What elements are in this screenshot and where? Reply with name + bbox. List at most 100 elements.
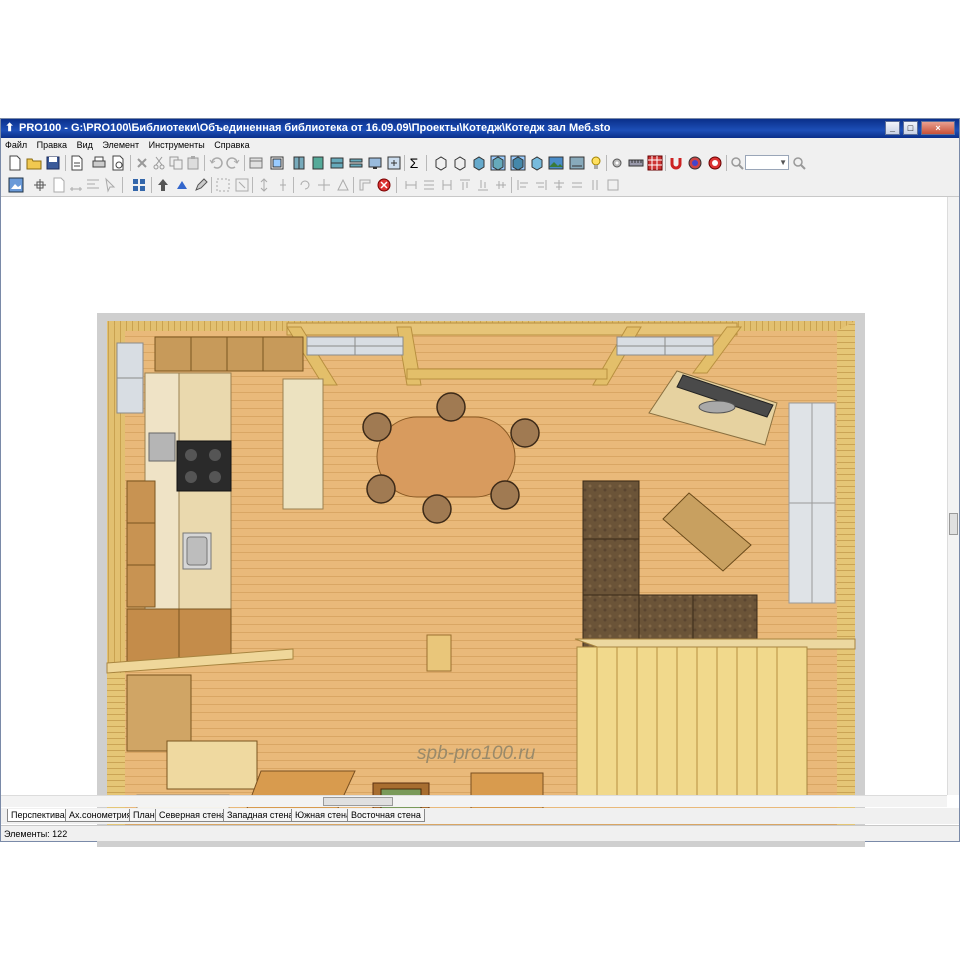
open-folder-icon[interactable]	[26, 155, 42, 171]
undo-icon[interactable]	[208, 155, 224, 171]
new-file-icon[interactable]	[7, 155, 23, 171]
floor-plan-view[interactable]: spb-pro100.ru	[97, 313, 865, 847]
view-picture-icon[interactable]	[8, 177, 24, 193]
h-center-icon[interactable]	[551, 177, 567, 193]
magnet-icon[interactable]	[668, 155, 684, 171]
align-icon[interactable]	[85, 177, 101, 193]
panel-icon[interactable]	[310, 155, 326, 171]
window-title: PRO100 - G:\PRO100\Библиотеки\Объединенн…	[19, 122, 611, 134]
tab-perspective[interactable]: Перспектива	[7, 809, 69, 822]
grid-icon[interactable]	[647, 155, 663, 171]
zoom-fit-icon[interactable]	[791, 155, 807, 171]
cabinet-icon[interactable]	[291, 155, 307, 171]
spacing-icon[interactable]	[439, 177, 455, 193]
print-icon[interactable]	[91, 155, 107, 171]
tab-axonometry[interactable]: Ах.сонометрия	[65, 809, 136, 822]
tab-east-wall[interactable]: Восточная стена	[347, 809, 425, 822]
right-align-icon[interactable]	[533, 177, 549, 193]
view-textured-icon[interactable]	[490, 155, 506, 171]
paste-icon[interactable]	[185, 155, 201, 171]
tab-north-wall[interactable]: Северная стена	[155, 809, 231, 822]
snap-icon[interactable]	[32, 177, 48, 193]
equal-height-icon[interactable]	[587, 177, 603, 193]
dimension-icon[interactable]	[68, 177, 84, 193]
pointer-icon[interactable]	[102, 177, 118, 193]
fit-icon[interactable]	[605, 177, 621, 193]
delete-icon[interactable]	[134, 155, 150, 171]
watermark-text: spb-pro100.ru	[417, 743, 536, 764]
measure-icon[interactable]	[628, 155, 644, 171]
copy-icon[interactable]	[168, 155, 184, 171]
help-lifebuoy-icon[interactable]	[707, 155, 723, 171]
app-window: ⬆ PRO100 - G:\PRO100\Библиотеки\Объедине…	[0, 118, 960, 847]
tab-south-wall[interactable]: Южная стена	[291, 809, 355, 822]
flip-vertical-icon[interactable]	[256, 177, 272, 193]
equal-width-icon[interactable]	[569, 177, 585, 193]
rotate-icon[interactable]	[174, 177, 190, 193]
redo-icon[interactable]	[225, 155, 241, 171]
minimize-button[interactable]: _	[885, 121, 900, 135]
design-canvas[interactable]: spb-pro100.ru	[1, 197, 947, 847]
tab-west-wall[interactable]: Западная стена	[223, 809, 298, 822]
resize-icon[interactable]	[234, 177, 250, 193]
menu-edit[interactable]: Правка	[37, 138, 67, 152]
photo-icon[interactable]	[548, 155, 564, 171]
view-color-icon[interactable]	[471, 155, 487, 171]
menu-element[interactable]: Элемент	[102, 138, 139, 152]
edit-pencil-icon[interactable]	[193, 177, 209, 193]
group-icon[interactable]	[131, 177, 147, 193]
corner-icon[interactable]	[357, 177, 373, 193]
mirror-icon[interactable]	[335, 177, 351, 193]
move-up-icon[interactable]	[155, 177, 171, 193]
rotate-left-icon[interactable]	[297, 177, 313, 193]
sum-button[interactable]: Σ	[406, 155, 422, 171]
horizontal-scroll-thumb[interactable]	[323, 797, 393, 806]
save-icon[interactable]	[45, 155, 61, 171]
zoom-combo[interactable]: ▼	[745, 155, 789, 170]
left-align-icon[interactable]	[515, 177, 531, 193]
status-bar: Элементы: 122	[1, 825, 959, 841]
arrange-icon[interactable]	[386, 155, 402, 171]
stop-icon[interactable]	[376, 177, 392, 193]
vertical-scrollbar[interactable]	[947, 197, 959, 795]
ceiling-beam-north	[286, 322, 738, 336]
menu-tools[interactable]: Инструменты	[149, 138, 205, 152]
top-align-icon[interactable]	[457, 177, 473, 193]
color-wheel-icon[interactable]	[687, 155, 703, 171]
move-all-icon[interactable]	[316, 177, 332, 193]
close-button[interactable]: ×	[921, 121, 955, 135]
center-align-icon[interactable]	[493, 177, 509, 193]
view-hidden-icon[interactable]	[452, 155, 468, 171]
align-vertical-icon[interactable]	[275, 177, 291, 193]
page-icon[interactable]	[51, 177, 67, 193]
range-hood	[148, 432, 176, 462]
horizontal-scrollbar[interactable]	[1, 795, 947, 807]
stack-icon[interactable]	[421, 177, 437, 193]
gear-icon[interactable]	[609, 155, 625, 171]
chevron-down-icon[interactable]: ▼	[779, 156, 787, 169]
main-toolbar: Σ ▼	[1, 152, 959, 174]
menu-file[interactable]: Файл	[5, 138, 27, 152]
scene-icon[interactable]	[569, 155, 585, 171]
print-preview-icon[interactable]	[110, 155, 126, 171]
hinge-icon[interactable]	[403, 177, 419, 193]
view-shaded-icon[interactable]	[529, 155, 545, 171]
shelf-icon[interactable]	[348, 155, 364, 171]
title-bar[interactable]: ⬆ PRO100 - G:\PRO100\Библиотеки\Объедине…	[1, 119, 959, 138]
view-render-icon[interactable]	[510, 155, 526, 171]
zoom-icon[interactable]	[729, 155, 745, 171]
light-bulb-icon[interactable]	[588, 155, 604, 171]
handle-icon[interactable]	[367, 155, 383, 171]
room-icon[interactable]	[269, 155, 285, 171]
drawer-icon[interactable]	[329, 155, 345, 171]
menu-help[interactable]: Справка	[214, 138, 249, 152]
cut-icon[interactable]	[151, 155, 167, 171]
view-wireframe-icon[interactable]	[433, 155, 449, 171]
maximize-button[interactable]: □	[903, 121, 918, 135]
distribute-icon[interactable]	[215, 177, 231, 193]
library-icon[interactable]	[248, 155, 264, 171]
properties-icon[interactable]	[69, 155, 85, 171]
menu-view[interactable]: Вид	[77, 138, 93, 152]
vertical-scroll-thumb[interactable]	[949, 513, 958, 535]
bottom-align-icon[interactable]	[475, 177, 491, 193]
